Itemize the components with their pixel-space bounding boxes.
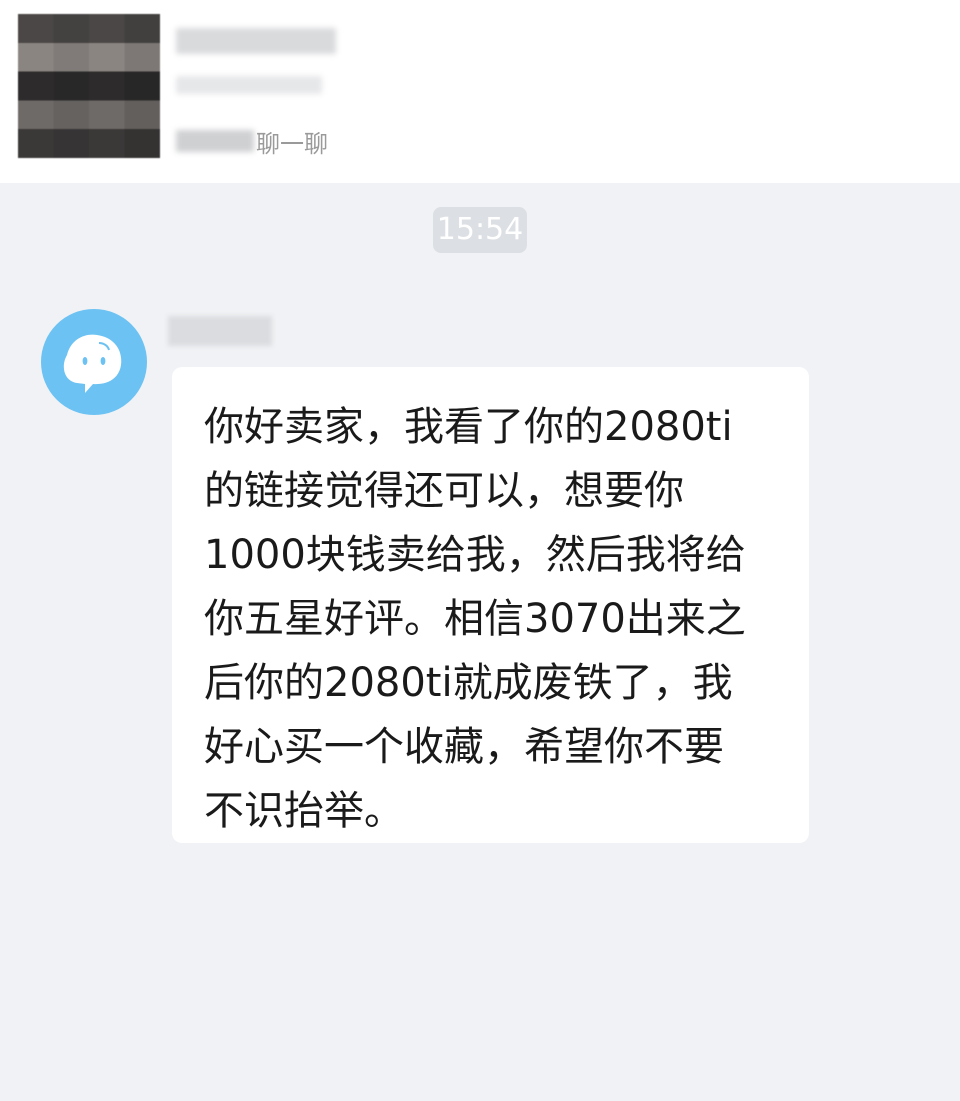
message-line: 的链接觉得还可以，想要你 (204, 468, 684, 514)
hint-text: 聊一聊 (256, 129, 328, 158)
message-line: 你五星好评。相信3070出来之 (204, 596, 746, 642)
cartoon-face-icon (63, 334, 122, 393)
contact-avatar-blurred[interactable] (18, 14, 160, 158)
chat-header: 聊一聊 (0, 0, 960, 183)
message-timestamp: 15:54 (433, 207, 527, 253)
hint-prefix-blurred (176, 130, 254, 152)
message-line: 后你的2080ti就成废铁了，我 (204, 660, 733, 706)
contact-name-blurred (176, 28, 336, 54)
message-line: 1000块钱卖给我，然后我将给 (204, 532, 746, 578)
sender-avatar[interactable] (41, 309, 147, 415)
contact-subtitle-blurred (176, 76, 322, 94)
contact-hint: 聊一聊 (176, 126, 328, 158)
message-line: 你好卖家，我看了你的2080ti (204, 404, 733, 450)
message-bubble[interactable]: 你好卖家，我看了你的2080ti 的链接觉得还可以，想要你 1000块钱卖给我，… (172, 367, 809, 843)
message-text: 你好卖家，我看了你的2080ti 的链接觉得还可以，想要你 1000块钱卖给我，… (204, 395, 794, 843)
message-line: 好心买一个收藏，希望你不要 (204, 724, 724, 770)
sender-name-blurred (168, 316, 272, 346)
message-line: 不识抬举。 (204, 788, 404, 834)
